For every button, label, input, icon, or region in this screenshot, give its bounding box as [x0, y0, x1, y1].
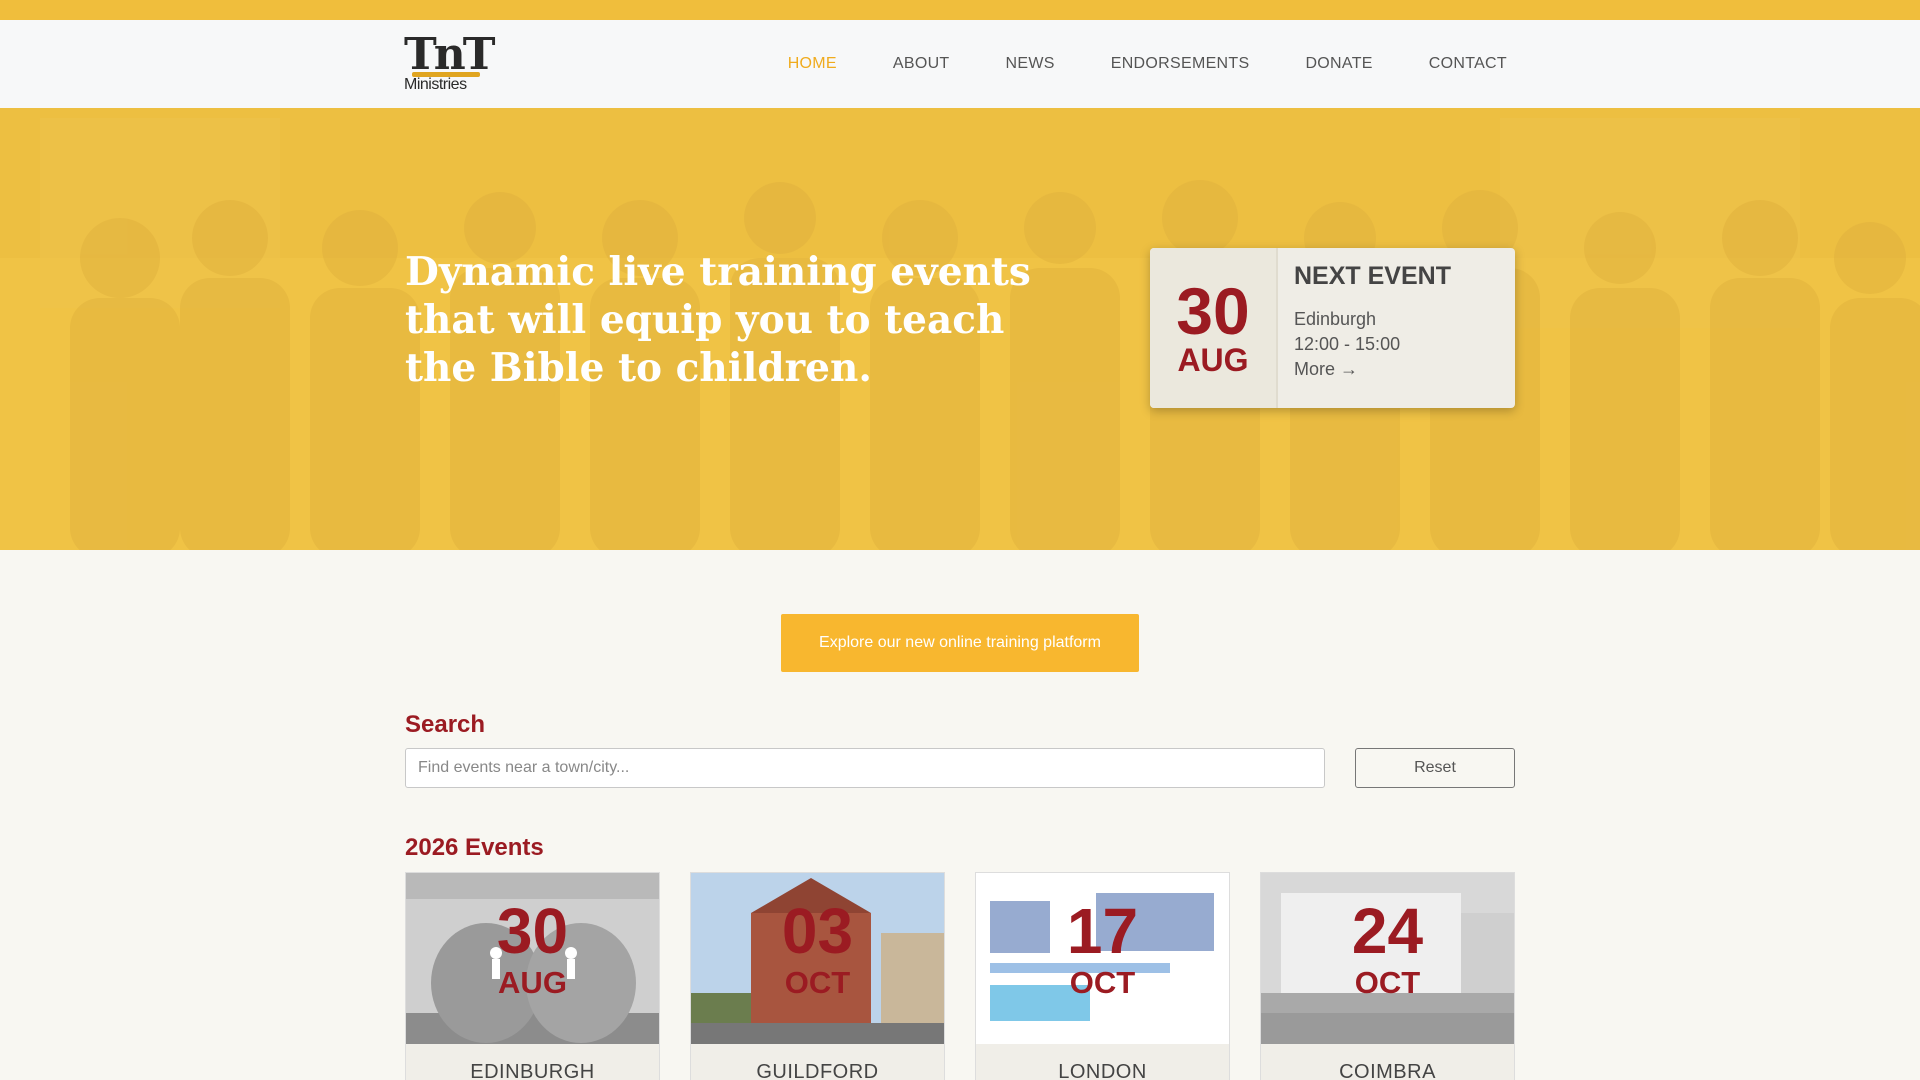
event-city: LONDON [1058, 1061, 1147, 1080]
event-day: 30 [496, 895, 569, 967]
next-event-month: AUG [1177, 342, 1249, 378]
next-event-time: 12:00 - 15:00 [1294, 334, 1401, 354]
event-city: COIMBRA [1339, 1061, 1436, 1080]
event-day: 24 [1351, 895, 1424, 967]
nav-news[interactable]: NEWS [1006, 55, 1055, 73]
event-card[interactable]: 30 AUG EDINBURGH [405, 872, 660, 1080]
next-event-heading: NEXT EVENT [1294, 262, 1451, 290]
event-card[interactable]: 03 OCT GUILDFORD [690, 872, 945, 1080]
main-navigation: HOME ABOUT NEWS ENDORSEMENTS DONATE CONT… [788, 20, 1507, 108]
nav-donate[interactable]: DONATE [1305, 55, 1372, 73]
event-card[interactable]: 17 OCT LONDON [975, 872, 1230, 1080]
nav-endorsements[interactable]: ENDORSEMENTS [1111, 55, 1250, 73]
event-city: EDINBURGH [470, 1061, 595, 1080]
online-training-button[interactable]: Explore our new online training platform [781, 614, 1139, 672]
search-input[interactable] [405, 748, 1325, 788]
event-month: AUG [498, 965, 567, 1000]
event-city: GUILDFORD [756, 1061, 879, 1080]
next-event-location: Edinburgh [1294, 309, 1377, 329]
event-month: OCT [784, 965, 851, 1000]
next-event-more-link[interactable]: More → [1294, 357, 1451, 382]
next-event-date: 30 AUG [1150, 248, 1278, 408]
top-accent-strip [0, 0, 1920, 20]
nav-about[interactable]: ABOUT [893, 55, 950, 73]
search-heading: Search [405, 711, 486, 738]
next-event-card[interactable]: 30 AUG NEXT EVENT Edinburgh 12:00 - 15:0… [1150, 248, 1515, 408]
nav-contact[interactable]: CONTACT [1429, 55, 1507, 73]
event-month: OCT [1354, 965, 1421, 1000]
site-logo[interactable]: TnT Ministries [404, 32, 496, 96]
next-event-day: 30 [1176, 274, 1250, 348]
site-header: TnT Ministries HOME ABOUT NEWS ENDORSEME… [0, 20, 1920, 108]
reset-button[interactable]: Reset [1355, 748, 1515, 788]
event-day: 17 [1066, 895, 1139, 967]
next-event-info: NEXT EVENT Edinburgh 12:00 - 15:00 More … [1278, 248, 1467, 408]
hero-banner: Dynamic live training events that will e… [0, 108, 1920, 550]
logo-wordmark: Ministries [404, 76, 467, 93]
events-heading: 2026 Events [405, 834, 544, 861]
hero-headline: Dynamic live training events that will e… [405, 249, 1031, 391]
event-day: 03 [781, 895, 854, 967]
event-month: OCT [1069, 965, 1136, 1000]
nav-home[interactable]: HOME [788, 55, 837, 73]
event-card[interactable]: 24 OCT COIMBRA [1260, 872, 1515, 1080]
